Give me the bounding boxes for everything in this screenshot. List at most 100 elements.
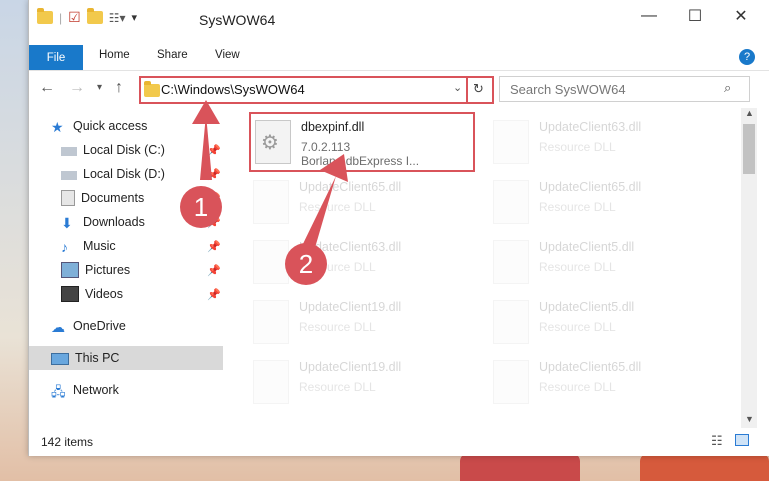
nav-videos[interactable]: Videos 📌 [29, 282, 255, 306]
tab-file[interactable]: File [29, 45, 83, 70]
nav-label: Music [83, 239, 116, 253]
address-row: ← → ▾ ↑ C:\Windows\SysWOW64 ⌄ ↻ Search S… [29, 73, 769, 104]
dll-file-icon [493, 360, 529, 404]
nav-onedrive[interactable]: ☁ OneDrive [29, 314, 245, 338]
dll-file-icon [253, 360, 289, 404]
refresh-icon: ↻ [473, 81, 484, 96]
search-box[interactable]: Search SysWOW64 ⌕ [499, 76, 750, 102]
step-1-badge: 1 [180, 186, 222, 228]
nav-pictures[interactable]: Pictures 📌 [29, 258, 255, 282]
step-2-badge: 2 [285, 243, 327, 285]
nav-music[interactable]: ♪ Music 📌 [29, 234, 255, 258]
scroll-up-icon[interactable]: ▲ [745, 108, 754, 118]
nav-label: This PC [75, 351, 120, 365]
new-folder-icon[interactable] [86, 8, 103, 24]
pin-icon: 📌 [207, 168, 221, 181]
nav-network[interactable]: 🖧 Network [29, 378, 245, 402]
file-version: 7.0.2.113 [301, 140, 351, 154]
details-view-icon[interactable]: ☷ [711, 433, 723, 449]
drive-icon [61, 147, 77, 156]
nav-label: OneDrive [73, 319, 126, 333]
nav-quick-access[interactable]: ★ Quick access [29, 114, 245, 138]
folder-icon [144, 81, 160, 97]
file-item-highlighted[interactable]: ⚙ dbexpinf.dll 7.0.2.113 Borland dbExpre… [249, 112, 475, 172]
forward-icon[interactable]: → [69, 79, 85, 97]
nav-label: Downloads [83, 215, 145, 229]
nav-this-pc[interactable]: This PC [29, 346, 223, 370]
customize-toolbar-icon[interactable]: ☷▾ [109, 11, 126, 25]
address-dropdown-icon[interactable]: ⌄ [453, 81, 462, 94]
file-name: UpdateClient5.dll [539, 240, 635, 254]
tab-share[interactable]: Share [157, 49, 188, 61]
up-icon[interactable]: ↑ [115, 79, 123, 97]
documents-icon [61, 190, 75, 206]
gear-icon: ⚙ [261, 132, 279, 154]
file-type: Resource DLL [539, 320, 616, 334]
maximize-button[interactable]: ☐ [672, 0, 718, 32]
file-item[interactable]: UpdateClient5.dll Resource DLL [489, 234, 719, 290]
pictures-icon [61, 262, 79, 278]
music-icon: ♪ [61, 239, 68, 255]
drive-icon [61, 171, 77, 180]
address-bar[interactable]: C:\Windows\SysWOW64 ⌄ [139, 76, 493, 104]
title-bar: | ☑ ☷▾ ▾ SysWOW64 — ☐ ✕ [29, 0, 769, 45]
tab-view[interactable]: View [215, 49, 240, 61]
navigation-pane: ★ Quick access Local Disk (C:) 📌 Local D… [29, 108, 225, 428]
dll-file-icon [493, 300, 529, 344]
scroll-thumb[interactable] [743, 124, 755, 174]
dll-file-icon [253, 180, 289, 224]
minimize-button[interactable]: — [626, 0, 672, 32]
nav-local-disk-c[interactable]: Local Disk (C:) 📌 [29, 138, 255, 162]
pin-icon: 📌 [207, 288, 221, 301]
file-item[interactable]: UpdateClient63.dll Resource DLL [249, 234, 479, 290]
large-icons-view-icon[interactable] [735, 434, 749, 446]
file-item[interactable]: UpdateClient19.dll Resource DLL [249, 294, 479, 350]
nav-downloads[interactable]: ⬇ Downloads 📌 [29, 210, 255, 234]
file-item[interactable]: UpdateClient65.dll Resource DLL [489, 354, 719, 410]
nav-label: Documents [81, 191, 145, 205]
nav-label: Network [73, 383, 119, 397]
file-name: UpdateClient19.dll [299, 300, 402, 314]
computer-icon [51, 353, 69, 365]
file-item[interactable]: UpdateClient19.dll Resource DLL [249, 354, 479, 410]
toolbar-dropdown-icon[interactable]: ▾ [131, 11, 137, 24]
file-name: UpdateClient5.dll [539, 300, 635, 314]
close-button[interactable]: ✕ [718, 0, 764, 32]
tab-home[interactable]: Home [99, 49, 130, 61]
pin-icon: 📌 [207, 144, 221, 157]
file-type: Resource DLL [299, 200, 376, 214]
dll-file-icon [493, 180, 529, 224]
help-icon[interactable]: ? [739, 49, 755, 65]
nav-local-disk-d[interactable]: Local Disk (D:) 📌 [29, 162, 255, 186]
file-type: Resource DLL [539, 200, 616, 214]
nav-label: Videos [85, 287, 123, 301]
pin-icon: 📌 [207, 240, 221, 253]
explorer-window: | ☑ ☷▾ ▾ SysWOW64 — ☐ ✕ File Home Share … [28, 0, 769, 456]
file-item[interactable]: UpdateClient65.dll Resource DLL [249, 174, 479, 230]
vertical-scrollbar[interactable]: ▲ ▼ [741, 108, 757, 428]
file-name: UpdateClient63.dll [539, 120, 642, 134]
quick-access-toolbar: | ☑ ☷▾ ▾ [37, 8, 137, 26]
file-type: Resource DLL [299, 320, 376, 334]
network-icon: 🖧 [51, 384, 66, 399]
file-item[interactable]: UpdateClient65.dll Resource DLL [489, 174, 719, 230]
file-name: dbexpinf.dll [301, 120, 365, 134]
download-icon: ⬇ [61, 215, 73, 231]
refresh-button[interactable]: ↻ [466, 76, 494, 104]
separator: | [59, 10, 63, 25]
ribbon: File Home Share View ? [29, 45, 769, 71]
scroll-down-icon[interactable]: ▼ [745, 414, 754, 424]
recent-dropdown-icon[interactable]: ▾ [97, 82, 102, 93]
file-item[interactable]: UpdateClient5.dll Resource DLL [489, 294, 719, 350]
file-type: Resource DLL [539, 380, 616, 394]
back-icon[interactable]: ← [39, 79, 55, 97]
nav-label: Local Disk (D:) [83, 167, 165, 181]
folder-icon [37, 8, 53, 24]
file-type: Resource DLL [299, 380, 376, 394]
search-icon[interactable]: ⌕ [724, 80, 731, 96]
properties-icon[interactable]: ☑ [68, 9, 81, 26]
item-count: 142 items [41, 435, 94, 449]
star-icon: ★ [51, 119, 64, 135]
file-item[interactable]: UpdateClient63.dll Resource DLL [489, 114, 719, 170]
search-placeholder: Search SysWOW64 [510, 82, 626, 97]
